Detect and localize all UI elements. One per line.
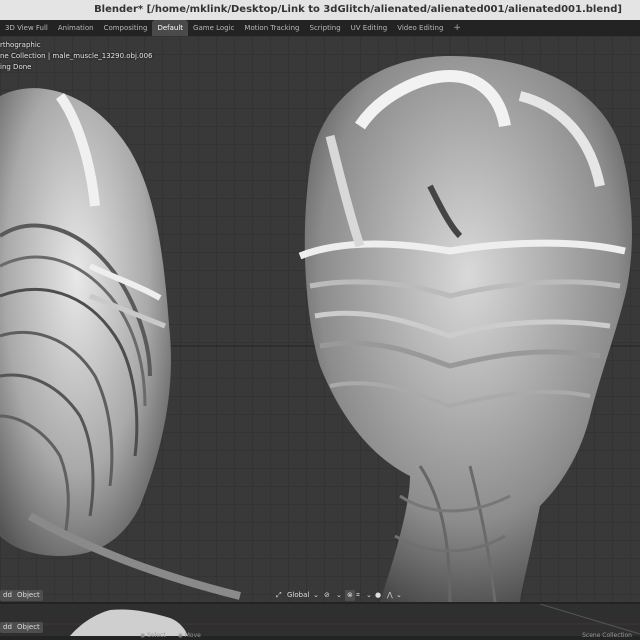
tab-3d-view-full[interactable]: 3D View Full — [0, 20, 53, 36]
viewport-status-label: ing Done — [0, 63, 32, 71]
status-select: ◉ Select ◉ Move — [140, 632, 201, 639]
viewport-collection-label: ne Collection | male_muscle_13290.obj.00… — [0, 52, 153, 60]
status-move-label: Move — [184, 632, 201, 639]
workspace-tabs: 3D View Full Animation Compositing Default G… — [0, 20, 640, 36]
add-menu-button[interactable]: dd — [0, 590, 15, 601]
bottom-object-menu-button[interactable]: Object — [14, 622, 43, 633]
chevron-down-icon: ⌄ — [313, 591, 319, 599]
window-title: Blender* [/home/mklink/Desktop/Link to 3… — [94, 4, 622, 15]
tab-default[interactable]: Default — [152, 20, 189, 36]
snap-target-icon[interactable]: ⌗ — [356, 590, 360, 601]
status-collection: Scene Collection — [582, 632, 632, 639]
lower-viewport[interactable] — [0, 603, 640, 636]
left-head-mesh — [0, 88, 241, 600]
window-titlebar: Blender* [/home/mklink/Desktop/Link to 3… — [0, 0, 640, 20]
bottom-add-menu-button[interactable]: dd — [0, 622, 15, 633]
falloff-icon[interactable]: ⋀ — [387, 590, 393, 601]
tab-game-logic[interactable]: Game Logic — [188, 20, 239, 36]
chevron-down-icon: ⌄ — [396, 591, 402, 599]
lower-editor: dd Object ◉ Select ◉ Move Scene Collecti… — [0, 602, 640, 640]
right-head-mesh — [298, 56, 632, 602]
tab-scripting[interactable]: Scripting — [305, 20, 346, 36]
tab-compositing[interactable]: Compositing — [99, 20, 153, 36]
viewport-header: dd Object ⤢ Global ⌄ ⊘ ⌄ ⊗ ⌗ ⌄ ● ⋀ ⌄ — [0, 589, 640, 602]
3d-viewport[interactable]: rthographic ne Collection | male_muscle_… — [0, 36, 640, 602]
status-select-label: Select — [147, 632, 166, 639]
tab-motion-tracking[interactable]: Motion Tracking — [239, 20, 304, 36]
chevron-down-icon: ⌄ — [336, 591, 342, 599]
tab-uv-editing[interactable]: UV Editing — [346, 20, 393, 36]
lower-viewport-render — [0, 603, 640, 636]
snap-icon[interactable]: ⊗ — [345, 590, 355, 601]
add-workspace-button[interactable]: + — [448, 23, 466, 33]
orientation-icon[interactable]: ⤢ — [276, 590, 282, 601]
proportional-edit-icon[interactable]: ● — [375, 590, 381, 601]
pivot-icon[interactable]: ⊘ — [324, 590, 330, 601]
chevron-down-icon: ⌄ — [366, 591, 372, 599]
viewport-projection-label: rthographic — [0, 41, 41, 49]
mouse-icon: ◉ — [177, 632, 185, 639]
viewport-render — [0, 36, 640, 602]
orientation-dropdown[interactable]: Global — [287, 590, 309, 601]
tab-video-editing[interactable]: Video Editing — [392, 20, 448, 36]
object-menu-button[interactable]: Object — [14, 590, 43, 601]
tab-animation[interactable]: Animation — [53, 20, 99, 36]
